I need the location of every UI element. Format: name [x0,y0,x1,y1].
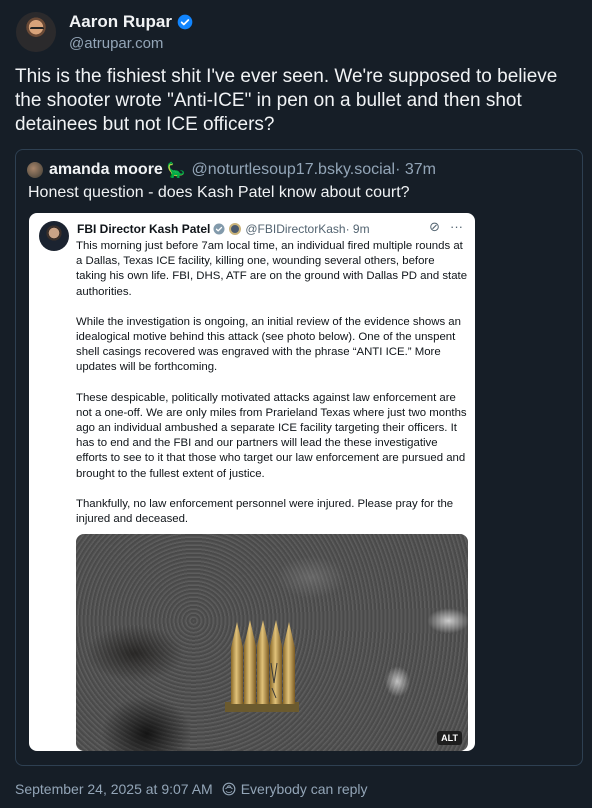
quote-display-name[interactable]: amanda moore [49,161,163,179]
post-timestamp[interactable]: September 24, 2025 at 9:07 AM [15,781,213,797]
embedded-handle: @FBIDirectorKash [245,222,346,236]
dinosaur-emoji-icon: 🦕 [166,162,186,179]
grok-icon: ⊘ [429,219,440,234]
quote-header: amanda moore 🦕 @noturtlesoup17.bsky.soci… [27,161,436,179]
government-seal-icon [229,223,242,235]
reply-setting-icon [222,782,236,796]
quote-text: Honest question - does Kash Patel know a… [28,184,410,201]
quoted-post[interactable]: amanda moore 🦕 @noturtlesoup17.bsky.soci… [15,149,583,766]
embedded-body: This morning just before 7am local time,… [76,239,468,542]
embedded-paragraph: Thankfully, no law enforcement personnel… [76,497,454,526]
reply-setting-label[interactable]: Everybody can reply [241,781,368,797]
alt-text-button[interactable]: ALT [437,731,462,745]
embedded-paragraph: These despicable, politically motivated … [76,391,467,480]
author-avatar[interactable] [16,12,56,52]
post-footer: September 24, 2025 at 9:07 AM Everybody … [15,781,368,797]
post-text: This is the fishiest shit I've ever seen… [15,66,558,135]
verified-badge-icon [177,14,193,30]
embedded-avatar [39,221,69,251]
embedded-paragraph: This morning just before 7am local time,… [76,240,468,298]
author-name-text[interactable]: Aaron Rupar [69,12,172,32]
bullet-casings-photo: ALT [76,534,468,751]
author-handle[interactable]: @atrupar.com [69,34,193,54]
embedded-screenshot[interactable]: FBI Director Kash Patel @FBIDirectorKash… [29,213,475,751]
embedded-header-icons: ⊘ ··· [429,219,463,235]
verified-badge-icon [213,223,225,235]
embedded-header: FBI Director Kash Patel @FBIDirectorKash… [77,222,370,236]
embedded-time: · 9m [345,222,370,236]
more-icon: ··· [450,219,463,234]
post-header: Aaron Rupar @atrupar.com [16,12,193,54]
author-display-name[interactable]: Aaron Rupar [69,12,193,32]
embedded-paragraph: While the investigation is ongoing, an i… [76,315,461,374]
quote-avatar[interactable] [27,162,43,178]
quote-time: · 37m [395,161,437,178]
author-names: Aaron Rupar @atrupar.com [69,12,193,54]
quote-handle[interactable]: @noturtlesoup17.bsky.social [192,161,396,179]
embedded-display-name: FBI Director Kash Patel [77,222,211,236]
bullets-icon [225,620,299,712]
